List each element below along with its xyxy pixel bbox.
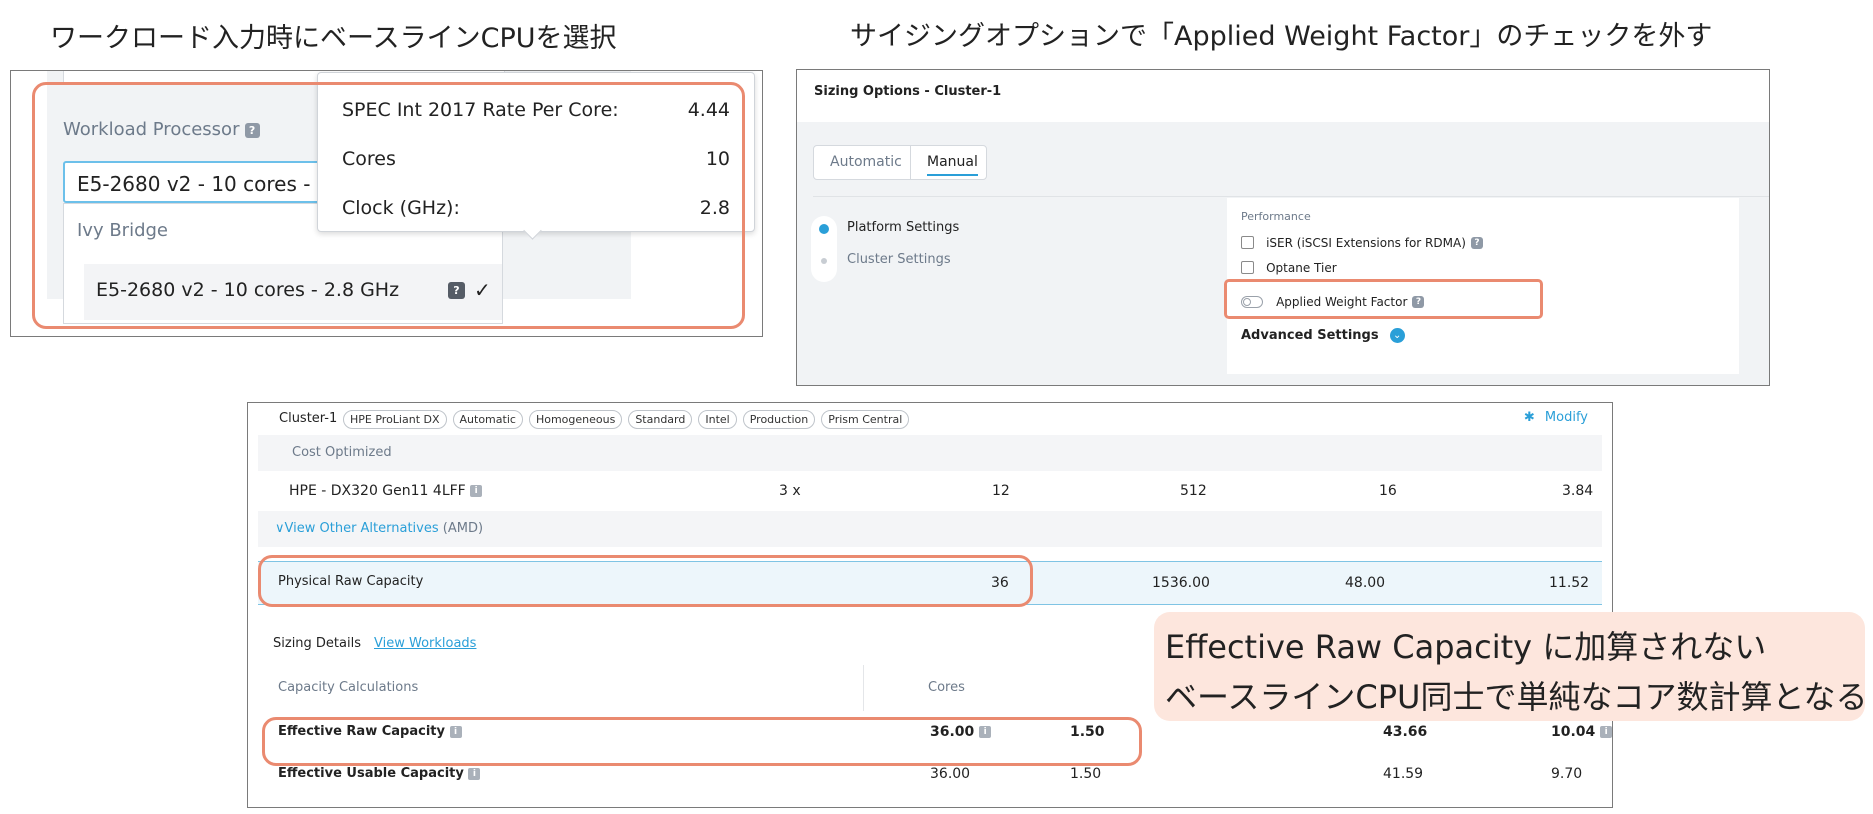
- info-icon[interactable]: i: [1600, 726, 1612, 738]
- tab-divider: [910, 146, 911, 179]
- tag-mode: Automatic: [452, 410, 523, 429]
- effective-usable-capacity: 9.70: [1551, 766, 1583, 782]
- mode-tabs: Automatic Manual: [813, 145, 987, 180]
- iser-checkbox[interactable]: [1241, 236, 1254, 249]
- divider: [813, 196, 1769, 197]
- effective-usable-memory: 1.50: [1070, 766, 1102, 782]
- effective-raw-capacity: 10.04: [1551, 724, 1596, 740]
- cluster-tags: HPE ProLiant DX Automatic Homogeneous Stand…: [343, 408, 915, 429]
- cores-header: Cores: [928, 680, 965, 695]
- nav-dot-active: [819, 224, 829, 234]
- model-name: HPE - DX320 Gen11 4LFF: [289, 483, 466, 499]
- optane-checkbox[interactable]: [1241, 261, 1254, 274]
- effective-usable-cores: 36.00: [930, 766, 971, 782]
- cluster-header: Cluster-1 HPE ProLiant DX Automatic Homoge…: [248, 403, 1612, 435]
- highlight-effective-raw-capacity: [262, 717, 1142, 766]
- nav-cluster-settings[interactable]: Cluster Settings: [847, 252, 951, 267]
- cost-optimized-row: Cost Optimized: [258, 435, 1602, 471]
- highlight-workload-processor: [32, 82, 745, 329]
- callout-line-2: ベースラインCPU同士で単純なコア数計算となる: [1165, 678, 1868, 716]
- highlight-physical-raw-capacity: [258, 555, 1033, 607]
- effective-raw-drives: 43.66: [1383, 724, 1428, 740]
- cluster-name: Cluster-1: [279, 411, 338, 426]
- dialog-header: Sizing Options - Cluster-1: [797, 70, 1769, 123]
- advanced-settings[interactable]: Advanced Settings ⌄: [1241, 325, 1405, 344]
- tag-standard: Standard: [628, 410, 693, 429]
- physical-raw-capacity: 11.52: [1549, 575, 1590, 591]
- dialog-title: Sizing Options - Cluster-1: [814, 84, 1002, 99]
- physical-raw-drives: 48.00: [1345, 575, 1386, 591]
- info-icon[interactable]: i: [470, 485, 483, 497]
- highlight-applied-weight-factor: [1224, 279, 1543, 319]
- tag-homogeneous: Homogeneous: [528, 410, 623, 429]
- chevron-down-icon[interactable]: ⌄: [1389, 328, 1405, 343]
- callout-line-1: Effective Raw Capacity に加算されない: [1165, 628, 1767, 666]
- optane-option[interactable]: Optane Tier: [1241, 257, 1337, 276]
- effective-usable-label: Effective Usable Capacity: [278, 766, 464, 781]
- model-cores: 12: [992, 483, 1010, 499]
- nav-platform-settings[interactable]: Platform Settings: [847, 220, 959, 235]
- iser-option[interactable]: iSER (iSCSI Extensions for RDMA) ?: [1241, 232, 1483, 251]
- chevron-down-icon: ∨: [275, 521, 285, 536]
- sizing-options-screenshot: Sizing Options - Cluster-1 Automatic Man…: [796, 69, 1770, 386]
- model-drives: 16: [1379, 483, 1397, 499]
- model-row: HPE - DX320 Gen11 4LFF i 3 x 12 512 16 3…: [258, 471, 1602, 511]
- tag-platform: HPE ProLiant DX: [343, 410, 447, 429]
- physical-raw-memory: 1536.00: [1152, 575, 1210, 591]
- model-capacity: 3.84: [1562, 483, 1594, 499]
- tag-prism-central: Prism Central: [821, 410, 910, 429]
- performance-section-label: Performance: [1241, 210, 1311, 223]
- alternatives-row: ∨View Other Alternatives (AMD): [258, 511, 1602, 547]
- view-workloads-link[interactable]: View Workloads: [374, 636, 476, 651]
- heading-right: サイジングオプションで「Applied Weight Factor」のチェックを…: [850, 21, 1713, 52]
- nav-track: [811, 216, 837, 282]
- tab-automatic[interactable]: Automatic: [830, 154, 902, 170]
- column-divider: [863, 665, 864, 711]
- help-icon[interactable]: ?: [1470, 236, 1483, 249]
- view-alternatives-link[interactable]: ∨View Other Alternatives (AMD): [275, 521, 483, 536]
- model-quantity: 3 x: [779, 483, 801, 499]
- cost-optimized-label: Cost Optimized: [292, 445, 392, 460]
- tab-manual[interactable]: Manual: [927, 154, 978, 176]
- capacity-calculations-header: Capacity Calculations: [278, 680, 419, 695]
- effective-usable-drives: 41.59: [1383, 766, 1424, 782]
- nav-dot: [821, 258, 827, 264]
- info-icon[interactable]: i: [468, 767, 481, 780]
- model-memory: 512: [1180, 483, 1207, 499]
- tag-intel: Intel: [698, 410, 737, 429]
- tag-production: Production: [742, 410, 816, 429]
- modify-button[interactable]: ✱ Modify: [1524, 410, 1588, 425]
- gear-icon: ✱: [1523, 410, 1535, 425]
- heading-left: ワークロード入力時にベースラインCPUを選択: [50, 23, 617, 54]
- sizing-details-label: Sizing Details: [273, 636, 361, 651]
